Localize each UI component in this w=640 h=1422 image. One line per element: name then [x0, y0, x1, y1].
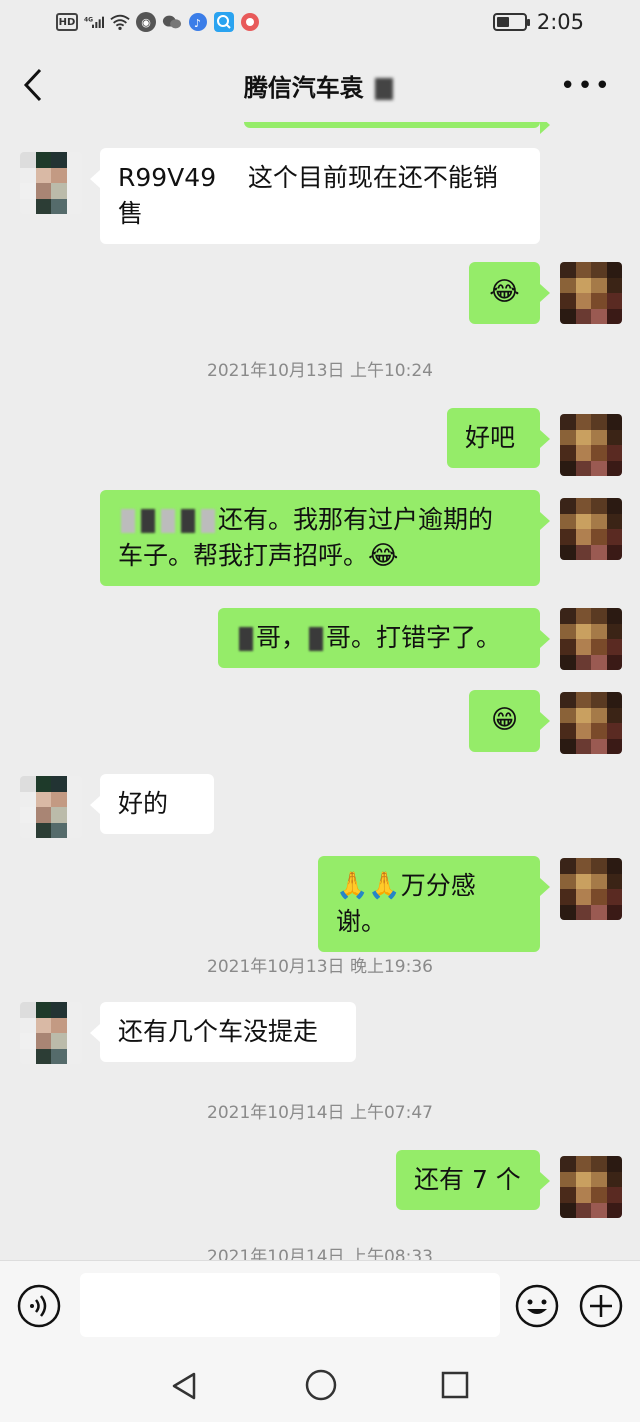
avatar-self[interactable] [560, 692, 622, 754]
redacted-text [239, 627, 253, 651]
avatar-self[interactable] [560, 498, 622, 560]
net-type-label: 4G [84, 16, 93, 23]
svg-text:♪: ♪ [194, 17, 201, 30]
clock: 2:05 [536, 10, 584, 34]
avatar-self[interactable] [560, 608, 622, 670]
message-bubble-sent[interactable]: 还有 7 个 [396, 1150, 550, 1210]
emoji-icon[interactable] [514, 1283, 560, 1329]
redacted-text [141, 509, 155, 533]
redacted-text [201, 509, 215, 533]
message-bubble-sent[interactable]: 😂 [469, 262, 550, 324]
praying-hands-emoji-icon: 🙏🙏 [336, 871, 401, 901]
message-text: 哥， [256, 623, 307, 652]
message-text: 哥。打错字了。 [326, 623, 502, 652]
avatar-self[interactable] [560, 1156, 622, 1218]
message-text: R99V49 [118, 163, 217, 192]
message-text: 这个目前现在还不能销 [247, 163, 498, 192]
laughing-emoji-icon: 😂 [489, 277, 520, 307]
status-bar: HD 4G ◉ ♪ 2:05 [0, 0, 640, 48]
wifi-icon [110, 12, 130, 32]
message-text: 好的 [118, 789, 169, 818]
system-navigation-bar [0, 1350, 640, 1422]
avatar-contact[interactable] [20, 152, 82, 214]
message-input[interactable] [80, 1273, 500, 1337]
chat-title-text: 腾信汽车袁 [243, 74, 364, 102]
redacted-text [161, 509, 175, 533]
redacted-text [121, 509, 135, 533]
avatar-contact[interactable] [20, 1002, 82, 1064]
timestamp: 2021年10月14日 上午07:47 [207, 1103, 433, 1123]
more-options-icon[interactable]: ••• [560, 73, 612, 99]
avatar-self[interactable] [560, 858, 622, 920]
message-bubble-received[interactable]: 还有几个车没提走 [90, 1002, 356, 1062]
message-text: 还有 7 个 [414, 1165, 521, 1194]
app-icon: ◉ [136, 12, 156, 32]
input-bar [0, 1260, 640, 1350]
message-bubble-sent[interactable]: 🙏🙏万分感谢。 [318, 856, 550, 952]
avatar-contact[interactable] [20, 776, 82, 838]
message-bubble-sent[interactable]: 好吧 [447, 408, 550, 468]
redacted-text [309, 627, 324, 651]
plus-icon[interactable] [578, 1283, 624, 1329]
status-icons-right: 2:05 [492, 10, 584, 34]
timestamp: 2021年10月13日 晚上19:36 [207, 957, 433, 977]
grinning-emoji-icon: 😁 [490, 705, 519, 735]
chat-header: 腾信汽车袁 ••• [0, 48, 640, 122]
home-circle-icon[interactable] [304, 1368, 338, 1402]
recent-square-icon[interactable] [440, 1370, 470, 1400]
4g-signal-icon: 4G [84, 12, 104, 32]
wechat-icon [162, 12, 182, 32]
timestamp: 2021年10月14日 上午08:33 [207, 1247, 433, 1260]
redacted-text [181, 509, 195, 533]
message-bubble-sent[interactable]: 哥， 哥。打错字了。 [218, 608, 550, 668]
hd-icon: HD [56, 13, 78, 31]
laughing-emoji-icon: 😂 [368, 541, 399, 571]
search-app-icon [214, 12, 234, 32]
message-text: 好吧 [465, 423, 516, 452]
back-triangle-icon[interactable] [168, 1370, 200, 1402]
partial-message-bubble[interactable] [244, 122, 550, 134]
message-text: 还有。我那有过户逾期的 [218, 505, 494, 534]
app-red-icon [240, 12, 260, 32]
status-icons-left: HD 4G ◉ ♪ [56, 12, 260, 32]
avatar-self[interactable] [560, 262, 622, 324]
avatar-self[interactable] [560, 414, 622, 476]
message-text: 还有几个车没提走 [118, 1017, 319, 1046]
message-text: 车子。帮我打声招呼。 [118, 541, 369, 570]
message-text: 售 [118, 199, 144, 228]
message-list[interactable]: R99V49 这个目前现在还不能销售 😂 2021年10月13日 上午10:24… [0, 122, 640, 1260]
message-bubble-sent[interactable]: 😁 [469, 690, 550, 752]
voice-icon[interactable] [16, 1283, 62, 1329]
redacted-name [375, 78, 394, 100]
message-bubble-sent[interactable]: 还有。我那有过户逾期的车子。帮我打声招呼。😂 [100, 490, 550, 586]
message-bubble-received[interactable]: 好的 [90, 774, 214, 834]
chat-title: 腾信汽车袁 [0, 68, 640, 103]
battery-icon [492, 13, 530, 31]
timestamp: 2021年10月13日 上午10:24 [207, 361, 433, 381]
message-bubble-received[interactable]: R99V49 这个目前现在还不能销售 [90, 148, 540, 244]
music-icon: ♪ [188, 12, 208, 32]
